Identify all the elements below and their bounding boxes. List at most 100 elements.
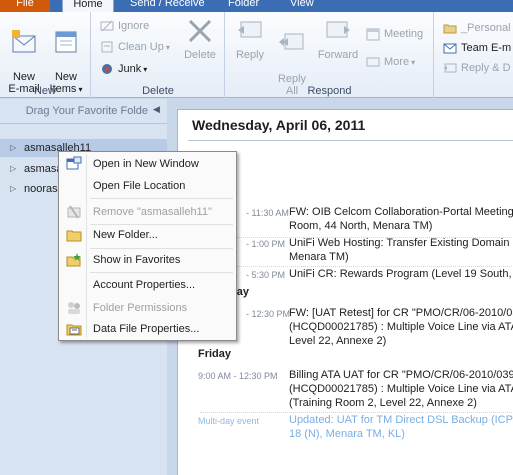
menu-item-label: Folder Permissions [93,302,188,314]
menu-item-open-in-new-window[interactable]: Open in New Window [61,153,234,175]
junk-button[interactable]: Junk ▾ [100,61,147,77]
menu-item-label: Show in Favorites [93,254,181,266]
forward-label: Forward [317,49,359,61]
appointment-subject[interactable]: FW: [UAT Retest] for CR "PMO/CR/06-2010/… [289,306,513,348]
quick-step-reply-delete-label: Reply & D [461,62,511,74]
reply-label: Reply [235,49,265,61]
more-label: More [384,56,410,68]
ribbon-group-quick-steps: _Personal Team E-m Reply & D [435,12,513,98]
meeting-label: Meeting [384,28,424,40]
quick-step-reply-delete[interactable]: Reply & D [443,60,511,76]
clean-up-button[interactable]: Clean Up ▾ [100,39,170,55]
menu-item-folder-permissions[interactable]: Folder Permissions [61,297,234,319]
appointment-line: Billing ATA UAT for CR "PMO/CR/06-2010/0… [289,369,513,381]
menu-separator [90,272,233,273]
tab-folder[interactable]: Folder [222,0,265,12]
permissions-icon [68,302,80,314]
junk-label: Junk [118,63,142,75]
appointment-line: FW: OIB Celcom Collaboration-Portal Meet… [289,206,513,218]
menu-item-new-folder[interactable]: New Folder... [61,224,234,246]
clean-up-icon [101,41,113,53]
appointment-time: - 12:30 PM [246,309,291,319]
quick-step-team-email[interactable]: Team E-m [443,40,511,56]
tab-home[interactable]: Home [62,0,114,12]
agenda-date-header: Wednesday, April 06, 2011 [192,117,366,133]
more-button[interactable]: More ▾ [366,54,415,70]
menu-item-data-file-properties[interactable]: Data File Properties... [61,318,234,340]
appointment-line: UniFi CR: Rewards Program (Level 19 Sout… [289,268,513,280]
expand-arrow-icon[interactable]: ▷ [10,160,16,178]
forward-button[interactable]: Forward [314,16,362,61]
tab-send-receive[interactable]: Send / Receive [124,0,211,12]
menu-item-label: Account Properties... [93,279,196,291]
menu-item-label: Remove "asmasalleh11" [93,206,212,218]
day-heading-friday: Friday [198,348,232,360]
appointment-subject[interactable]: UniFi Web Hosting: Transfer Existing Dom… [289,236,513,264]
folder-context-menu: Open in New Window Open File Location Re… [58,151,237,341]
new-email-button[interactable]: New E-mail [4,16,44,95]
new-group-label: New [33,85,56,97]
appointment-line: (HCQD00021785) : Multiple Voice Line via… [289,321,513,333]
appointment-line: UniFi Web Hosting: Transfer Existing Dom… [289,237,513,249]
remove-icon [67,205,81,219]
appointment-line: (Training Room 2, Level 22, Annexe 2) [289,397,477,409]
menu-item-account-properties[interactable]: Account Properties... [61,274,234,296]
appointment-line: Level 22, Annexe 2) [289,335,387,347]
appointment-line: Room, 44 North, Menara TM) [289,220,433,232]
agenda-divider [188,140,513,141]
nav-divider [0,123,167,124]
quick-step-team-email-label: Team E-m [461,42,512,54]
delete-icon [188,19,212,43]
ignore-button[interactable]: Ignore [100,18,149,34]
collapse-pane-icon[interactable]: ◀ [153,104,160,115]
quick-step-personal[interactable]: _Personal [443,20,511,36]
properties-icon [66,324,82,336]
folder-icon [443,24,457,34]
ribbon-group-respond: Reply Reply All Forward Meeting More ▾ Re… [226,12,434,98]
tab-file[interactable]: File [0,0,50,12]
reply-delete-icon [444,63,457,73]
tab-view[interactable]: View [284,0,320,12]
folder-tree-label: nooras [24,183,58,195]
reply-all-icon [279,33,304,50]
reply-button[interactable]: Reply [230,16,270,61]
appointment-line: Menara TM) [289,251,349,263]
delete-button[interactable]: Delete [180,16,220,61]
folder-tree-label: asmasa [24,163,63,175]
expand-arrow-icon[interactable]: ▷ [10,180,16,198]
new-items-icon [55,31,77,53]
meeting-button[interactable]: Meeting [366,26,423,42]
appointment-subject[interactable]: Billing ATA UAT for CR "PMO/CR/06-2010/0… [289,368,513,410]
appointment-subject[interactable]: FW: OIB Celcom Collaboration-Portal Meet… [289,205,513,233]
ribbon: New E-mail New Items ▾ New Ignore Clean U… [0,12,513,98]
appointment-line: FW: [UAT Retest] for CR "PMO/CR/06-2010/… [289,307,513,319]
appointment-time: 9:00 AM - 12:30 PM [198,371,278,381]
appointment-time: - 11:30 AM [246,208,289,218]
ribbon-group-new: New E-mail New Items ▾ New [0,12,91,98]
ribbon-group-delete: Ignore Clean Up ▾ Junk ▾ Delete Delete [92,12,225,98]
new-window-icon [66,156,82,170]
junk-icon [102,64,112,74]
menu-item-show-in-favorites[interactable]: Show in Favorites [61,249,234,271]
delete-group-label: Delete [142,85,174,97]
team-email-icon [443,43,457,54]
appointment-subject[interactable]: UniFi CR: Rewards Program (Level 19 Sout… [289,267,513,281]
menu-item-label: Data File Properties... [93,323,200,335]
menu-item-label: New Folder... [93,229,158,241]
ignore-label: Ignore [118,20,150,32]
appointment-line: (HCQD00021785) : Multiple Voice Line via… [289,383,513,395]
menu-item-open-file-location[interactable]: Open File Location [61,175,234,197]
appointment-subject[interactable]: Updated: UAT for TM Direct DSL Backup (I… [289,413,513,441]
ignore-icon [100,20,114,32]
appointment-time: - 1:00 PM [246,239,286,249]
delete-label: Delete [184,49,216,61]
more-icon [366,57,380,67]
menu-item-remove-account[interactable]: Remove "asmasalleh11" [61,201,234,223]
new-items-button[interactable]: New Items ▾ [46,16,86,96]
quick-step-personal-label: _Personal [461,22,511,34]
appointment-line: Updated: UAT for TM Direct DSL Backup (I… [289,414,513,426]
reply-icon [238,21,262,38]
expand-arrow-icon[interactable]: ▷ [10,139,16,157]
appointment-line: 18 (N), Menara TM, KL) [289,428,405,440]
folder-icon [66,230,82,242]
